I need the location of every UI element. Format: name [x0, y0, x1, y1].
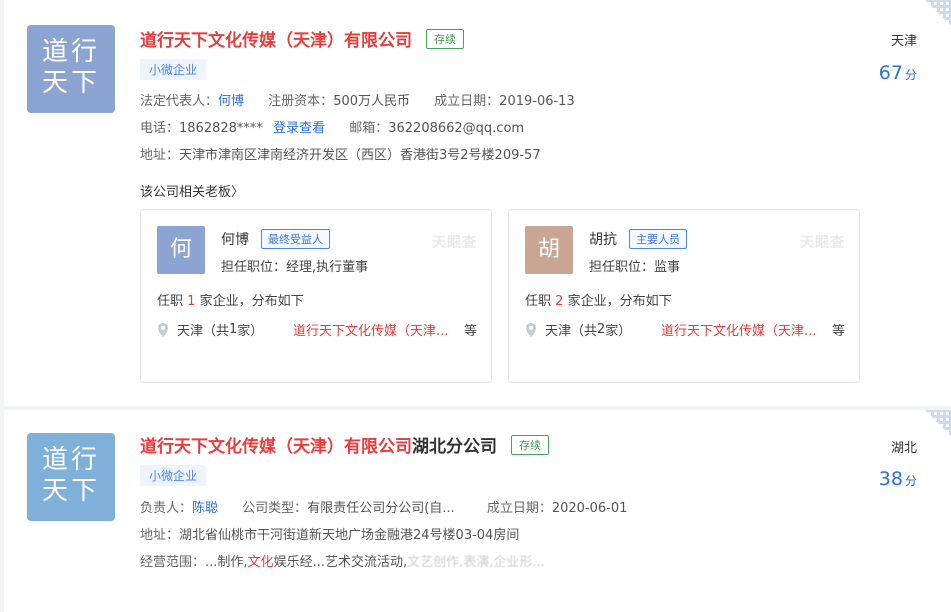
qr-code-icon[interactable]: [925, 0, 951, 26]
status-badge: 存续: [426, 28, 464, 49]
basic-info-row: 法定代表人：何博 注册资本：500万人民币 成立日期：2019-06-13: [140, 94, 575, 109]
company-card[interactable]: 道行 天下 道行天下文化传媒（天津）有限公司 存续 小微企业 法定代表人：何博 …: [4, 0, 951, 406]
address-row: 地址：湖北省仙桃市干河街道新天地广场金融港24号楼03-04房间: [140, 528, 520, 543]
role-badge: 最终受益人: [261, 229, 330, 249]
location-pin-icon: [526, 322, 536, 337]
employment-summary: 任职 1 家企业，分布如下: [157, 294, 304, 309]
location-company-link[interactable]: 道行天下文化传媒（天津...: [293, 320, 448, 339]
address: 天津市津南区津南经济开发区（西区）香港街3号2号楼209-57: [179, 148, 541, 163]
chevron-right-icon: 〉: [231, 185, 245, 200]
location-row: 天津（共 2 家） 道行天下文化传媒（天津... 等: [525, 320, 845, 339]
location-row: 天津（共 1 家） 道行天下文化传媒（天津... 等: [157, 320, 477, 339]
company-name-row: 道行天下文化传媒（天津）有限公司 存续: [140, 26, 464, 51]
company-card[interactable]: 道行 天下 道行天下文化传媒（天津）有限公司湖北分公司 存续 小微企业 负责人：…: [4, 410, 951, 612]
company-logo[interactable]: 道行 天下: [27, 25, 115, 113]
more-label: 等: [831, 324, 845, 339]
establish-date: 2020-06-01: [551, 501, 628, 516]
company-name-row: 道行天下文化传媒（天津）有限公司湖北分公司 存续: [140, 432, 549, 457]
company-type: 有限责任公司分公司(自...: [307, 501, 455, 516]
legal-rep-link[interactable]: 何博: [218, 94, 244, 109]
location-company-link[interactable]: 道行天下文化传媒（天津...: [661, 320, 816, 339]
related-bosses-link[interactable]: 该公司相关老板〉: [140, 181, 244, 200]
blurred-scope-text: 文艺创作,表演,企业形...: [407, 555, 545, 570]
registered-capital: 500万人民币: [333, 94, 411, 109]
company-name-link[interactable]: 道行天下文化传媒（天津）有限公司: [140, 26, 412, 51]
location-pin-icon: [158, 322, 168, 337]
employment-summary: 任职 2 家企业，分布如下: [525, 294, 672, 309]
company-logo[interactable]: 道行 天下: [27, 433, 115, 521]
business-scope-row: 经营范围：...制作,文化娱乐经...艺术交流活动,文艺创作,表演,企业形...: [140, 555, 545, 570]
avatar[interactable]: 胡: [525, 226, 573, 274]
manager-link[interactable]: 陈聪: [192, 501, 218, 516]
address: 湖北省仙桃市干河街道新天地广场金融港24号楼03-04房间: [179, 528, 520, 543]
email: 362208662@qq.com: [388, 121, 525, 136]
watermark: 天眼查: [432, 235, 477, 251]
score: 67 分: [878, 62, 917, 84]
boss-name-link[interactable]: 胡抗: [589, 229, 617, 249]
role-badge: 主要人员: [629, 229, 687, 249]
contact-row: 电话：1862828**** 登录查看 邮箱：362208662@qq.com: [140, 121, 525, 136]
scale-tag: 小微企业: [140, 465, 207, 486]
region-label: 天津: [890, 34, 917, 49]
watermark: 天眼查: [800, 235, 845, 251]
basic-info-row: 负责人：陈聪 公司类型：有限责任公司分公司(自... 成立日期：2020-06-…: [140, 501, 628, 516]
establish-date: 2019-06-13: [499, 94, 575, 109]
status-badge: 存续: [511, 434, 549, 455]
score: 38 分: [878, 468, 917, 490]
boss-position: 担任职位：监事: [589, 260, 681, 275]
phone-number: 1862828****: [179, 121, 263, 136]
qr-code-icon[interactable]: [925, 410, 951, 436]
boss-card[interactable]: 胡 胡抗 主要人员 天眼查 担任职位：监事 任职 2 家企业，分布如下 天津（共…: [508, 209, 860, 383]
boss-card[interactable]: 何 何博 最终受益人 天眼查 担任职位：经理,执行董事 任职 1 家企业，分布如…: [140, 209, 492, 383]
region-label: 湖北: [890, 441, 917, 456]
boss-name-link[interactable]: 何博: [221, 229, 249, 249]
company-name-link[interactable]: 道行天下文化传媒（天津）有限公司湖北分公司: [140, 432, 497, 457]
boss-position: 担任职位：经理,执行董事: [221, 260, 369, 275]
scale-tag: 小微企业: [140, 59, 207, 80]
avatar[interactable]: 何: [157, 226, 205, 274]
more-label: 等: [463, 324, 477, 339]
address-row: 地址：天津市津南区津南经济开发区（西区）香港街3号2号楼209-57: [140, 148, 541, 163]
login-to-view-link[interactable]: 登录查看: [273, 121, 325, 136]
